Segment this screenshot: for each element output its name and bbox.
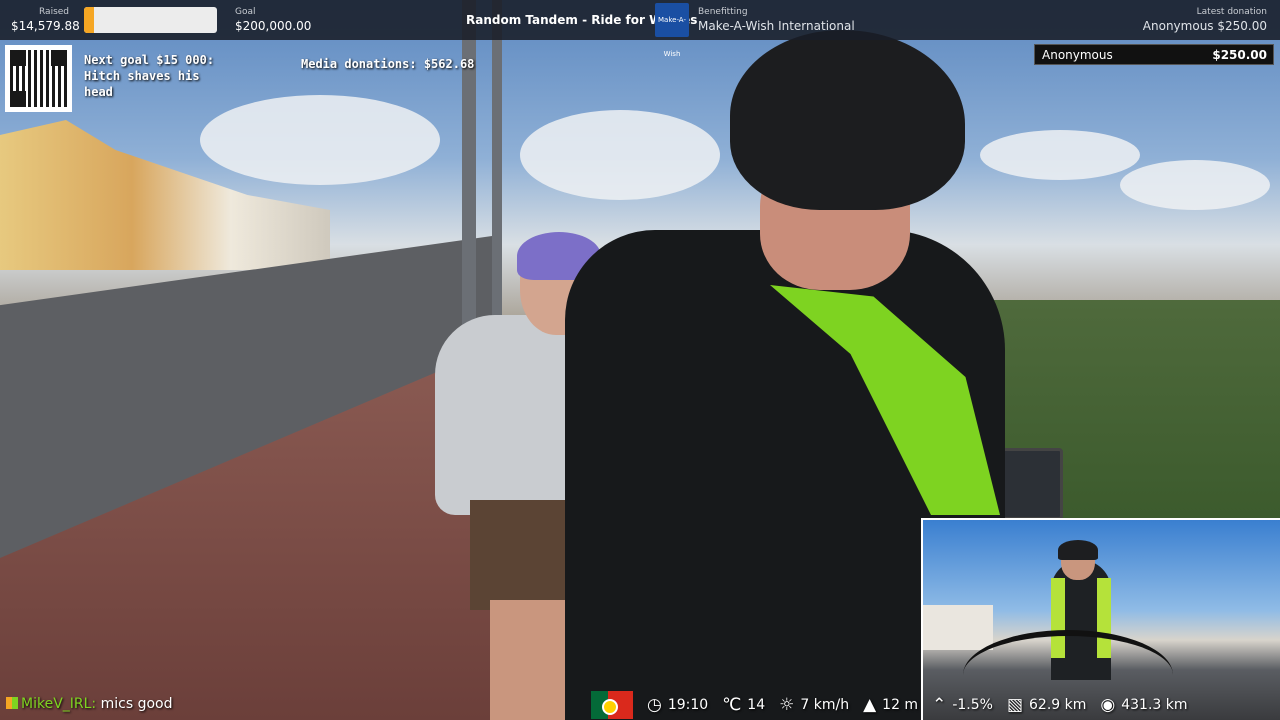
- qr-pattern: [10, 50, 67, 107]
- globe-icon: ◉: [1100, 694, 1116, 715]
- raised-progress-bar: [84, 7, 217, 33]
- temperature-stat: ℃ 14: [722, 694, 766, 715]
- chat-badge-icon: [6, 697, 18, 709]
- chat-username: MikeV_IRL:: [21, 696, 97, 712]
- utility-pole: [492, 0, 502, 330]
- make-a-wish-logo: Make-A-Wish: [655, 3, 689, 58]
- cyclist-helmet: [730, 30, 965, 210]
- cloud: [1120, 160, 1270, 210]
- pip-rider-helmet: [1058, 540, 1098, 560]
- speed-value: 7 km/h: [800, 697, 850, 713]
- ride-stats-bar: ◷ 19:10 ℃ 14 ☼ 7 km/h ▲ 12 m ⌃ -1.5% ▧ 6…: [591, 690, 1188, 720]
- speed-stat: ☼ 7 km/h: [779, 694, 850, 715]
- donation-alert-amount: $250.00: [1212, 48, 1267, 62]
- benefitting-label: Benefitting: [698, 7, 748, 17]
- clock-icon: ◷: [647, 694, 662, 715]
- distance-total-stat: ◉ 431.3 km: [1100, 694, 1188, 715]
- utility-pole: [462, 0, 476, 350]
- donation-alert-name: Anonymous: [1042, 48, 1113, 62]
- portugal-flag-icon: [591, 691, 633, 719]
- cyclist-companion-shorts: [470, 500, 580, 610]
- next-goal-text: Next goal $15 000: Hitch shaves his head: [84, 53, 215, 99]
- incline-icon: ⌃: [932, 694, 947, 715]
- goal-value: $200,000.00: [235, 19, 312, 33]
- cloud: [980, 130, 1140, 180]
- elevation-stat: ▲ 12 m: [863, 694, 919, 715]
- chat-message: MikeV_IRL: mics good: [6, 696, 172, 712]
- stream-frame: Raised $14,579.88 Goal $200,000.00 Rando…: [0, 0, 1280, 720]
- tablet-device: [997, 448, 1063, 520]
- goal-label: Goal: [235, 7, 256, 17]
- road-icon: ▧: [1006, 694, 1023, 715]
- temperature-value: 14: [747, 697, 766, 713]
- chat-text: mics good: [100, 696, 173, 712]
- cloud: [200, 95, 440, 185]
- thermometer-icon: ℃: [722, 694, 742, 715]
- media-donations-text: Media donations: $562.68: [301, 57, 475, 71]
- distance-today-value: 62.9 km: [1029, 697, 1087, 713]
- donation-qr-code[interactable]: [5, 45, 72, 112]
- cloud: [520, 110, 720, 200]
- mountain-icon: ▲: [863, 694, 877, 715]
- distance-total-value: 431.3 km: [1121, 697, 1188, 713]
- distance-today-stat: ▧ 62.9 km: [1006, 694, 1087, 715]
- latest-donation-label: Latest donation: [1196, 7, 1267, 17]
- time-value: 19:10: [667, 697, 709, 713]
- elevation-value: 12 m: [882, 697, 919, 713]
- time-stat: ◷ 19:10: [647, 694, 709, 715]
- raised-progress-fill: [84, 7, 94, 33]
- latest-donation-value: Anonymous $250.00: [1142, 19, 1267, 33]
- benefitting-value: Make-A-Wish International: [698, 19, 855, 33]
- pip-house: [923, 605, 993, 650]
- speedometer-icon: ☼: [779, 694, 795, 715]
- raised-label: Raised: [39, 7, 70, 17]
- grade-stat: ⌃ -1.5%: [932, 694, 993, 715]
- donation-topbar: Raised $14,579.88 Goal $200,000.00 Rando…: [0, 0, 1280, 58]
- donation-alert: Anonymous $250.00: [1034, 44, 1274, 65]
- raised-value: $14,579.88: [11, 19, 80, 33]
- grade-value: -1.5%: [952, 697, 993, 713]
